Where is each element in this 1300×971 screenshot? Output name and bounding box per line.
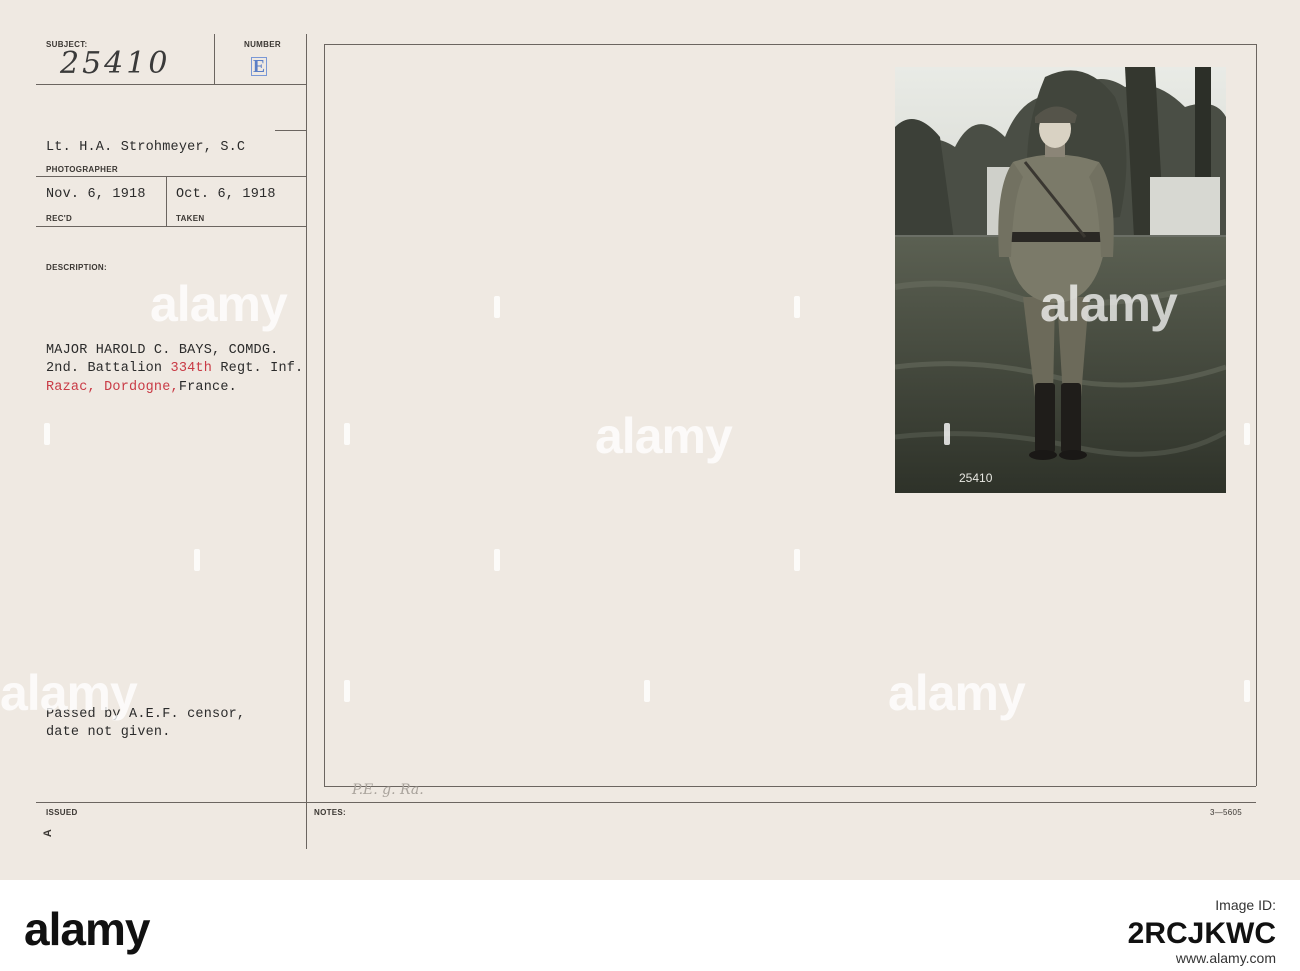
watermark-6: alamy (888, 665, 1026, 721)
photo-area-right (1256, 44, 1257, 786)
footer-logo: alamy (24, 903, 150, 955)
watermark-mark-8 (1244, 423, 1250, 445)
dates-underline (36, 226, 306, 227)
photographer-underline (36, 176, 306, 177)
censor-line-2: date not given. (46, 725, 171, 740)
form-code: 3—5605 (1210, 808, 1243, 817)
notes-label: NOTES: (314, 808, 347, 817)
notes-handwritten: P.E. g. Ra. (352, 782, 424, 798)
description-line-1: MAJOR HAROLD C. BAYS, COMDG. (46, 343, 279, 358)
photographer-label: PHOTOGRAPHER (46, 165, 118, 174)
watermark-mark-5 (794, 296, 800, 318)
photo-area-bottom (324, 786, 1256, 787)
description-line-3: Razac, Dordogne,France. (46, 380, 237, 395)
subject-number: 25410 (60, 46, 171, 81)
number-stamp: E (251, 56, 267, 76)
footer-bar (0, 880, 1300, 971)
taken-date: Oct. 6, 1918 (176, 187, 276, 202)
subject-number-divider (214, 34, 215, 84)
watermark-mark-11 (1244, 680, 1250, 702)
number-label: NUMBER (244, 40, 281, 49)
photographer-rule (275, 130, 307, 131)
photo-number: 25410 (959, 471, 993, 485)
watermark-mark-2 (344, 423, 350, 445)
watermark-mark-3 (494, 296, 500, 318)
photo-area-left (324, 44, 325, 786)
watermark-3: alamy (0, 665, 138, 721)
edge-mark: A (42, 828, 55, 838)
watermark-1: alamy (150, 276, 288, 332)
subject-underline (36, 84, 306, 85)
watermark-mark-1 (44, 423, 50, 445)
image-id: 2RCJKWC (1127, 917, 1276, 950)
watermark-mark-7 (944, 423, 950, 445)
footer-url: www.alamy.com (1175, 950, 1276, 966)
description-label: DESCRIPTION: (46, 263, 107, 272)
description-line-2: 2nd. Battalion 334th Regt. Inf. (46, 361, 304, 376)
received-date: Nov. 6, 1918 (46, 187, 146, 202)
watermark-mark-6 (794, 549, 800, 571)
received-label: REC'D (46, 214, 73, 223)
watermark-mark-4 (494, 549, 500, 571)
photo-area-top (324, 44, 1256, 45)
taken-label: TAKEN (176, 214, 205, 223)
left-column-divider (306, 34, 307, 849)
watermark-mark-10 (644, 680, 650, 702)
dates-divider (166, 176, 167, 226)
watermark-mark-12 (194, 549, 200, 571)
watermark-mark-9 (344, 680, 350, 702)
watermark-2: alamy (595, 408, 733, 464)
image-id-label: Image ID: (1215, 897, 1276, 913)
watermark-5: alamy (1040, 276, 1178, 332)
footer-rule (36, 802, 1256, 803)
issued-label: ISSUED (46, 808, 78, 817)
photographer-name: Lt. H.A. Strohmeyer, S.C (46, 140, 246, 155)
